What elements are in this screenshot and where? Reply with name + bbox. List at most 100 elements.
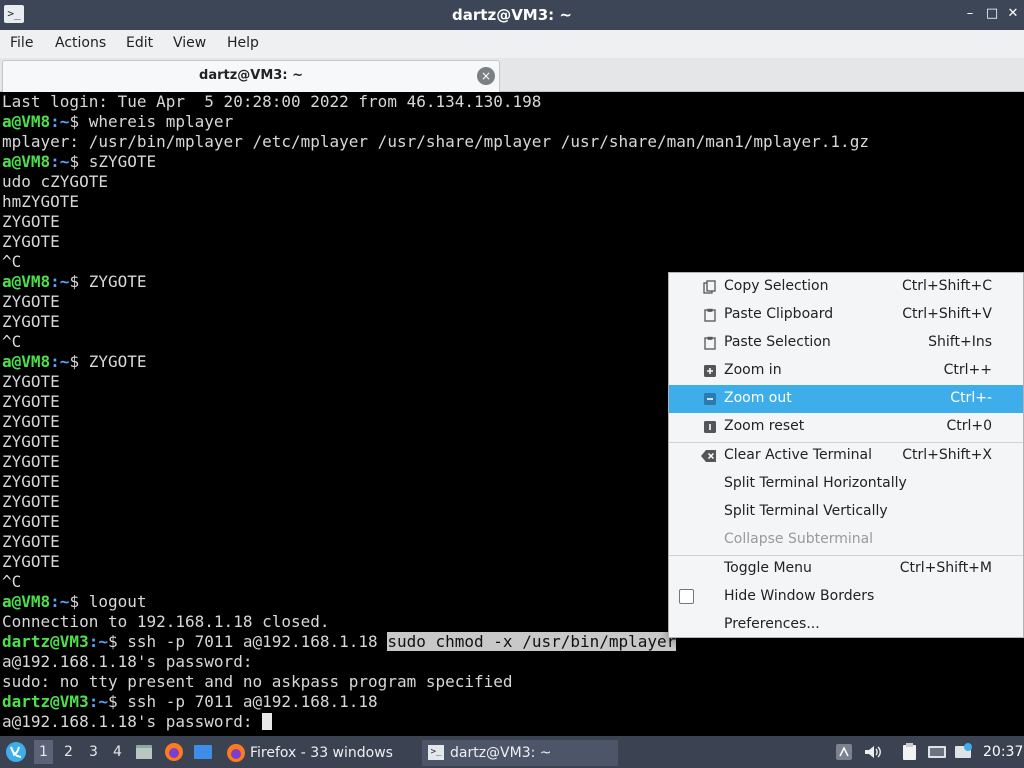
close-window-button[interactable]: ✕ (1005, 5, 1021, 23)
workspace-2[interactable]: 2 (64, 744, 73, 760)
terminal-text: ^C (2, 252, 22, 271)
zoom-in-icon (704, 365, 716, 377)
menu-item-shortcut: Ctrl+0 (946, 418, 992, 434)
network-icon[interactable] (927, 742, 947, 762)
prompt-user: a@VM8 (2, 352, 51, 371)
firefox-launcher-icon[interactable] (164, 742, 184, 762)
clock[interactable]: 20:37 (983, 744, 1023, 760)
terminal-line: ZYGOTE (2, 212, 1024, 232)
menu-item-copy-selection[interactable]: Copy Selection Ctrl+Shift+C (669, 273, 1023, 301)
menu-item-clear-active-terminal[interactable]: Clear Active Terminal Ctrl+Shift+X (669, 442, 1023, 470)
terminal-text: $ sZYGOTE (69, 152, 157, 171)
terminal-text: $ ZYGOTE (69, 272, 147, 291)
menu-item-paste-clipboard[interactable]: Paste Clipboard Ctrl+Shift+V (669, 301, 1023, 329)
terminal-text: ZYGOTE (2, 472, 60, 491)
prompt-user: a@VM8 (2, 272, 51, 291)
prompt-user: a@VM8 (2, 592, 51, 611)
prompt-path: :~ (50, 112, 70, 131)
volume-icon[interactable] (862, 742, 882, 762)
menu-item-collapse-subterminal: Collapse Subterminal (669, 526, 1023, 554)
terminal-text: mplayer: /usr/bin/mplayer /etc/mplayer /… (2, 132, 869, 151)
menu-item-zoom-out[interactable]: Zoom out Ctrl+- (669, 385, 1023, 413)
task-label: Firefox - 33 windows (250, 745, 393, 761)
zoom-reset-icon (704, 421, 716, 433)
file-manager-icon[interactable] (134, 742, 154, 762)
terminal-text: hmZYGOTE (2, 192, 80, 211)
prompt-path: :~ (88, 632, 108, 651)
terminal-text: ZYGOTE (2, 392, 60, 411)
menu-item-label: Zoom in (724, 362, 782, 378)
terminal-line: Last login: Tue Apr 5 20:28:00 2022 from… (2, 92, 1024, 112)
menu-item-shortcut: Ctrl+- (950, 390, 992, 406)
terminal-text: ^C (2, 572, 22, 591)
menubar: File Actions Edit View Help (0, 30, 1024, 58)
clipboard-icon[interactable] (900, 742, 920, 762)
terminal-text: a@192.168.1.18's password: (2, 712, 263, 731)
terminal-text: ZYGOTE (2, 552, 60, 571)
menu-item-zoom-in[interactable]: Zoom in Ctrl++ (669, 357, 1023, 385)
paste-icon (704, 308, 716, 322)
terminal-text: sudo: no tty present and no askpass prog… (2, 672, 513, 691)
tab-bar: dartz@VM3: ~ × (0, 58, 1024, 92)
terminal-text: ZYGOTE (2, 312, 60, 331)
terminal-line: a@VM8:~$ whereis mplayer (2, 112, 1024, 132)
menu-item-hide-window-borders[interactable]: Hide Window Borders (669, 583, 1023, 611)
menu-item-label: Hide Window Borders (724, 588, 875, 604)
menu-item-shortcut: Ctrl+Shift+X (902, 447, 992, 463)
paste-icon (704, 336, 716, 350)
terminal-text: ZYGOTE (2, 292, 60, 311)
terminal-text: ^C (2, 332, 22, 351)
tray-app-icon[interactable] (834, 742, 854, 762)
tab-close-icon[interactable]: × (477, 67, 495, 85)
prompt-path: :~ (50, 352, 70, 371)
menu-item-label: Copy Selection (724, 278, 829, 294)
menu-item-split-horizontally[interactable]: Split Terminal Horizontally (669, 470, 1023, 498)
minimize-button[interactable]: – (962, 5, 978, 23)
menu-item-preferences[interactable]: Preferences... (669, 611, 1023, 639)
menu-item-shortcut: Shift+Ins (928, 334, 992, 350)
menu-item-shortcut: Ctrl+Shift+V (902, 306, 992, 322)
menu-actions[interactable]: Actions (55, 35, 106, 51)
menu-edit[interactable]: Edit (126, 35, 153, 51)
terminal-text: $ ZYGOTE (69, 352, 147, 371)
terminal-line: mplayer: /usr/bin/mplayer /etc/mplayer /… (2, 132, 1024, 152)
menu-help[interactable]: Help (227, 35, 259, 51)
menu-item-label: Paste Selection (724, 334, 831, 350)
task-label: dartz@VM3: ~ (450, 745, 552, 761)
window-title: dartz@VM3: ~ (452, 6, 572, 24)
terminal-icon: >_ (428, 745, 444, 760)
terminal-line: ^C (2, 252, 1024, 272)
tab-terminal[interactable]: dartz@VM3: ~ × (2, 60, 500, 92)
task-terminal[interactable]: >_ dartz@VM3: ~ (422, 740, 618, 766)
window-titlebar[interactable]: >_ dartz@VM3: ~ – □ ✕ (0, 0, 1024, 30)
terminal-text: ZYGOTE (2, 412, 60, 431)
prompt-user: a@VM8 (2, 112, 51, 131)
menu-item-label: Split Terminal Vertically (724, 503, 888, 519)
terminal-line: a@192.168.1.18's password: (2, 652, 1024, 672)
menu-item-split-vertically[interactable]: Split Terminal Vertically (669, 498, 1023, 526)
prompt-path: :~ (50, 272, 70, 291)
terminal-line: udo cZYGOTE (2, 172, 1024, 192)
hide-borders-checkbox[interactable] (679, 589, 694, 604)
menu-item-label: Split Terminal Horizontally (724, 475, 907, 491)
zoom-out-icon (704, 393, 716, 405)
menu-item-zoom-reset[interactable]: Zoom reset Ctrl+0 (669, 413, 1023, 441)
taskbar: 1 2 3 4 Firefox - 33 windows >_ dartz@VM… (0, 736, 1024, 768)
menu-item-label: Toggle Menu (724, 560, 812, 576)
maximize-button[interactable]: □ (984, 5, 1000, 23)
show-desktop-icon[interactable] (193, 742, 213, 762)
task-firefox[interactable]: Firefox - 33 windows (222, 740, 418, 766)
workspace-3[interactable]: 3 (89, 744, 98, 760)
menu-item-paste-selection[interactable]: Paste Selection Shift+Ins (669, 329, 1023, 357)
menu-file[interactable]: File (10, 35, 33, 51)
prompt-path: :~ (50, 592, 70, 611)
workspace-1[interactable]: 1 (34, 740, 53, 764)
terminal-text: Connection to 192.168.1.18 closed. (2, 612, 330, 631)
terminal-text: $ whereis mplayer (69, 112, 234, 131)
menu-item-toggle-menu[interactable]: Toggle Menu Ctrl+Shift+M (669, 555, 1023, 583)
menu-view[interactable]: View (173, 35, 206, 51)
workspace-4[interactable]: 4 (113, 744, 122, 760)
updates-icon[interactable] (953, 742, 973, 762)
terminal-line: dartz@VM3:~$ ssh -p 7011 a@192.168.1.18 (2, 692, 1024, 712)
start-menu-icon[interactable] (5, 741, 27, 763)
